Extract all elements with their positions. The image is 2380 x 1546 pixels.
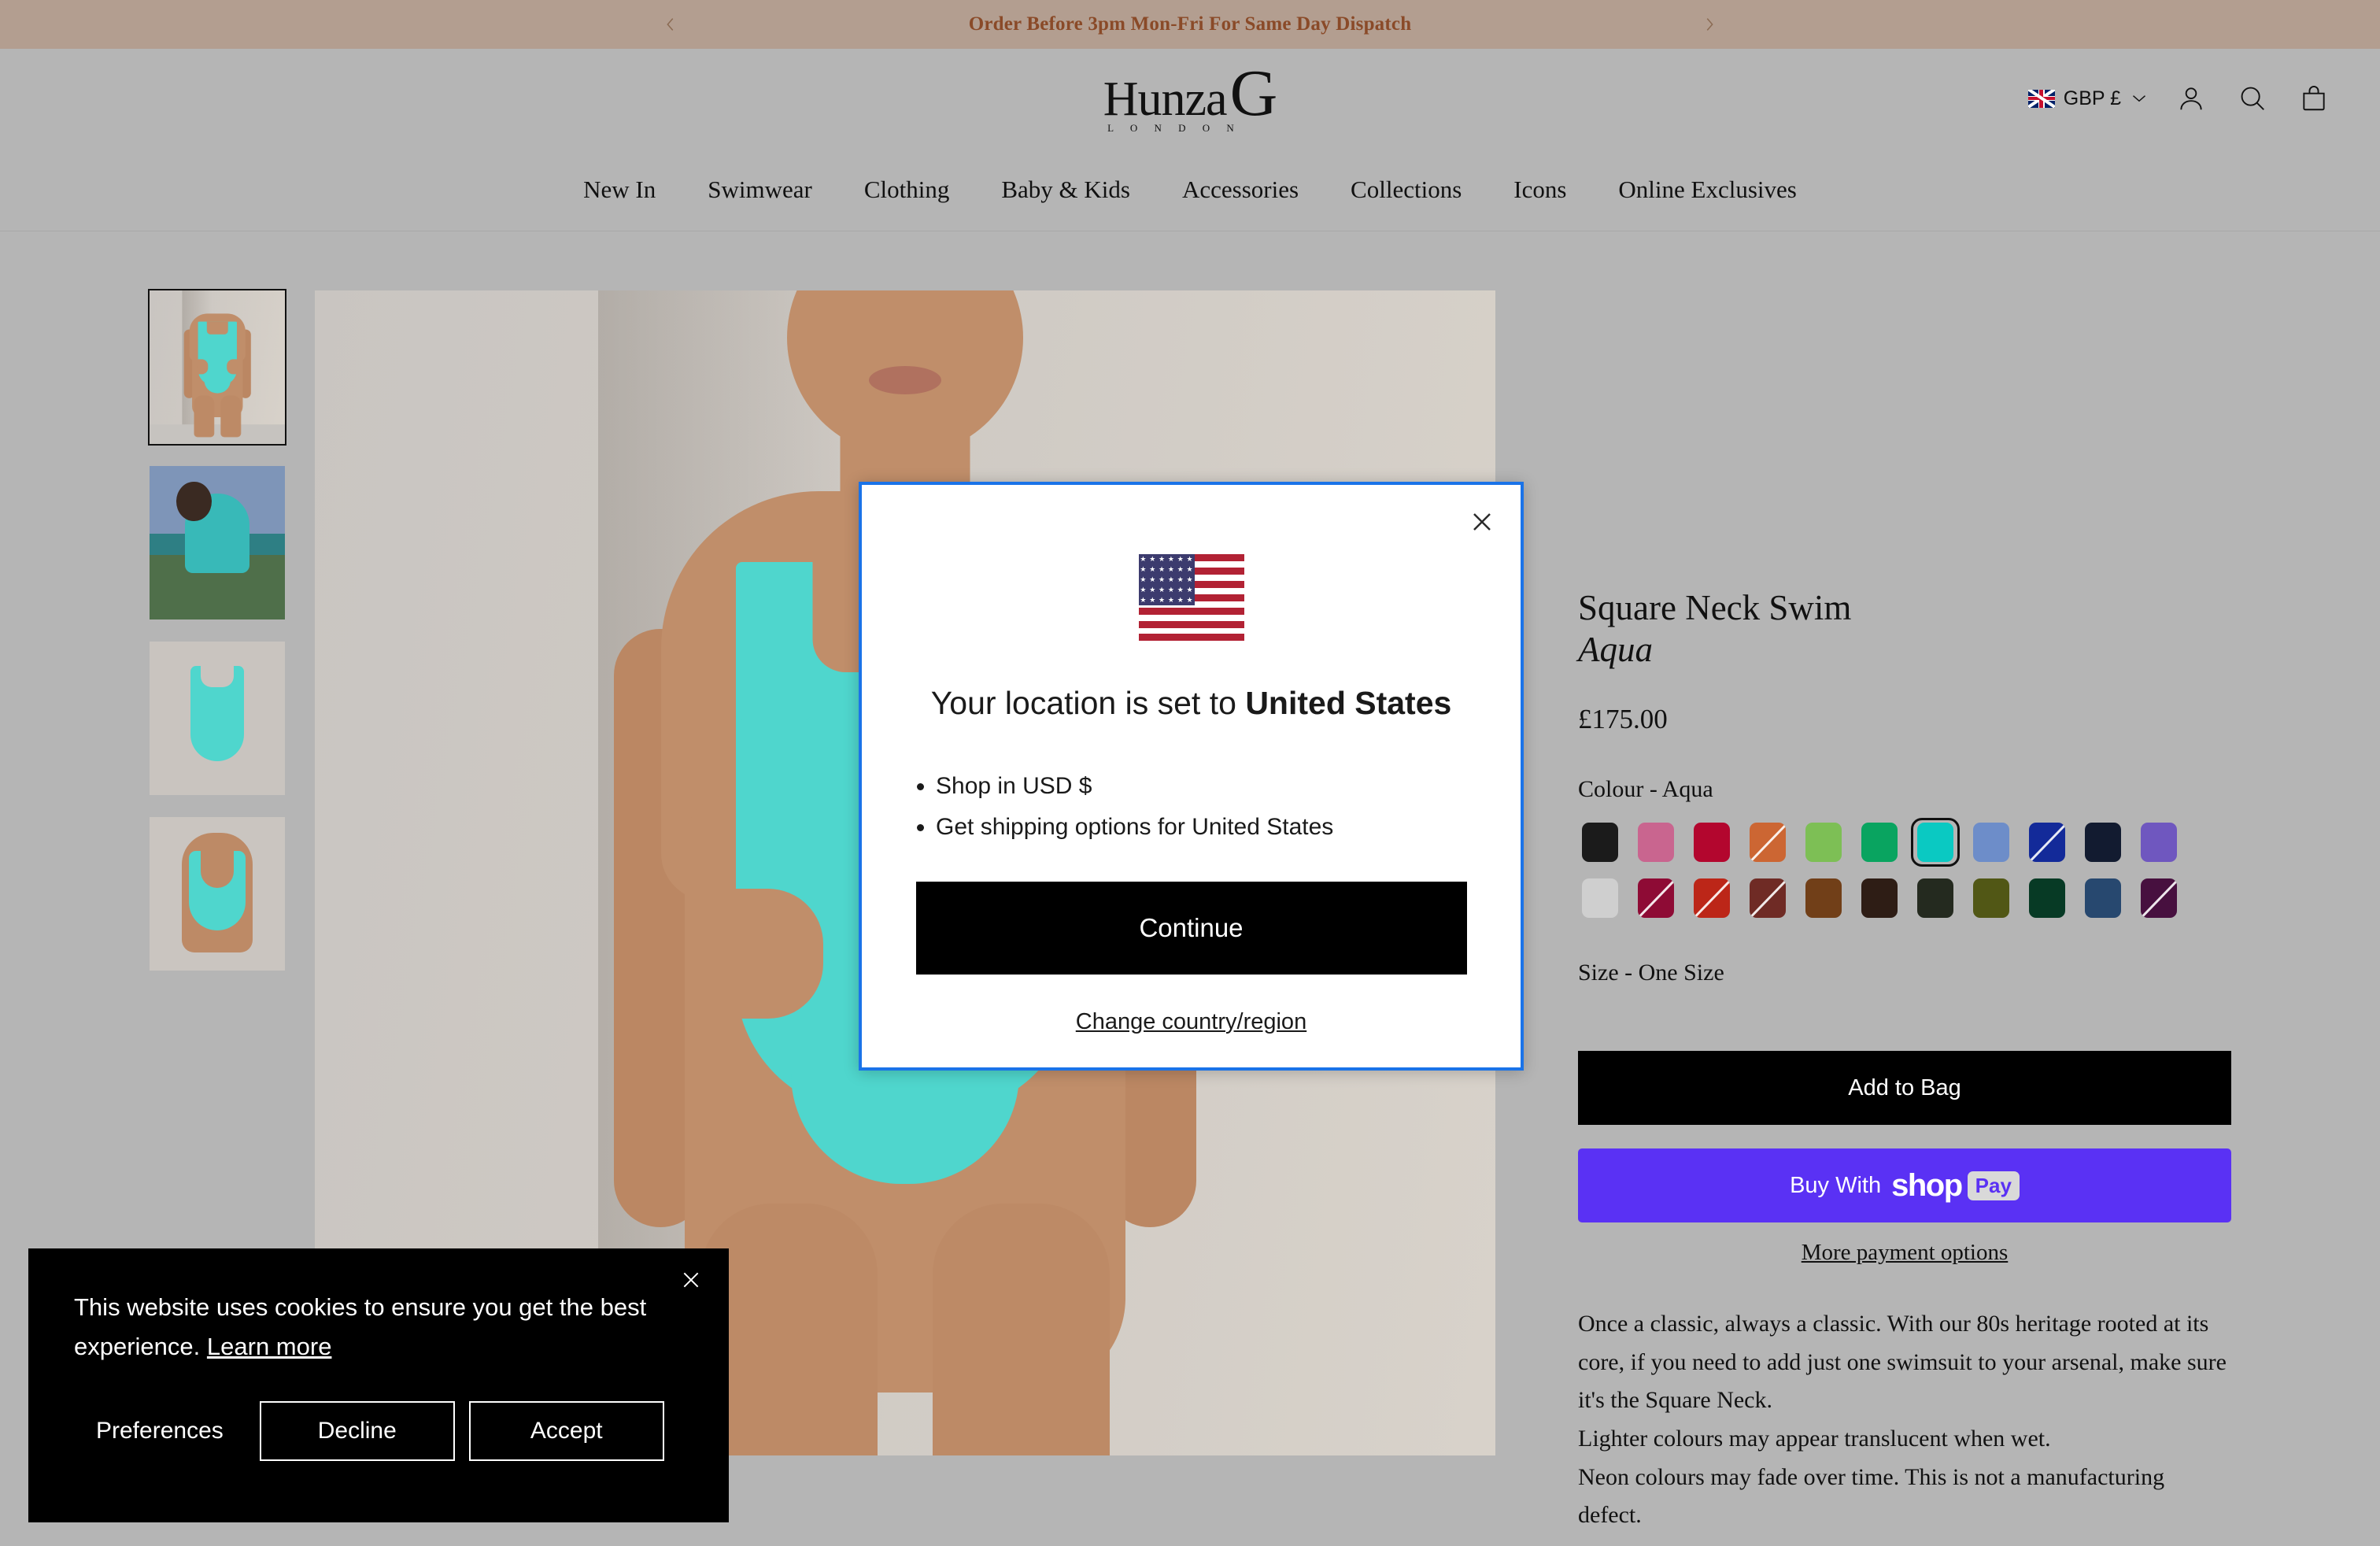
location-modal-title: Your location is set to United States <box>931 682 1452 725</box>
cookie-message: This website uses cookies to ensure you … <box>74 1288 683 1367</box>
cookie-actions: Preferences Decline Accept <box>74 1401 683 1462</box>
close-icon[interactable] <box>674 1263 708 1297</box>
united-states-flag-icon: ★ ★ ★ ★ ★ ★ ★ ★ ★ ★ ★ ★ ★ ★ ★ ★ ★ ★ ★ ★ ★ ★ ★ ★ ★ ★ ★ ★ ★ ★ <box>1138 554 1244 641</box>
location-benefits-list: Shop in USD $ Get shipping options for U… <box>918 766 1333 849</box>
continue-button[interactable]: Continue <box>915 881 1467 975</box>
close-icon[interactable] <box>1461 501 1503 543</box>
cookie-message-text: This website uses cookies to ensure you … <box>74 1293 647 1361</box>
cookie-consent-banner: This website uses cookies to ensure you … <box>28 1248 729 1522</box>
location-benefit-item: Get shipping options for United States <box>936 807 1333 849</box>
location-benefit-item: Shop in USD $ <box>936 766 1333 808</box>
learn-more-link[interactable]: Learn more <box>207 1333 332 1360</box>
location-country-name: United States <box>1245 685 1452 721</box>
decline-button[interactable]: Decline <box>259 1401 455 1462</box>
location-title-prefix: Your location is set to <box>930 685 1246 721</box>
accept-button[interactable]: Accept <box>468 1401 664 1462</box>
preferences-button[interactable]: Preferences <box>74 1405 246 1457</box>
change-country-region-link[interactable]: Change country/region <box>1076 1009 1306 1035</box>
location-modal: ★ ★ ★ ★ ★ ★ ★ ★ ★ ★ ★ ★ ★ ★ ★ ★ ★ ★ ★ ★ ★ ★ ★ ★ ★ ★ ★ ★ ★ ★ Your … <box>859 482 1524 1071</box>
page-root: Order Before 3pm Mon-Fri For Same Day Di… <box>0 0 2380 1546</box>
